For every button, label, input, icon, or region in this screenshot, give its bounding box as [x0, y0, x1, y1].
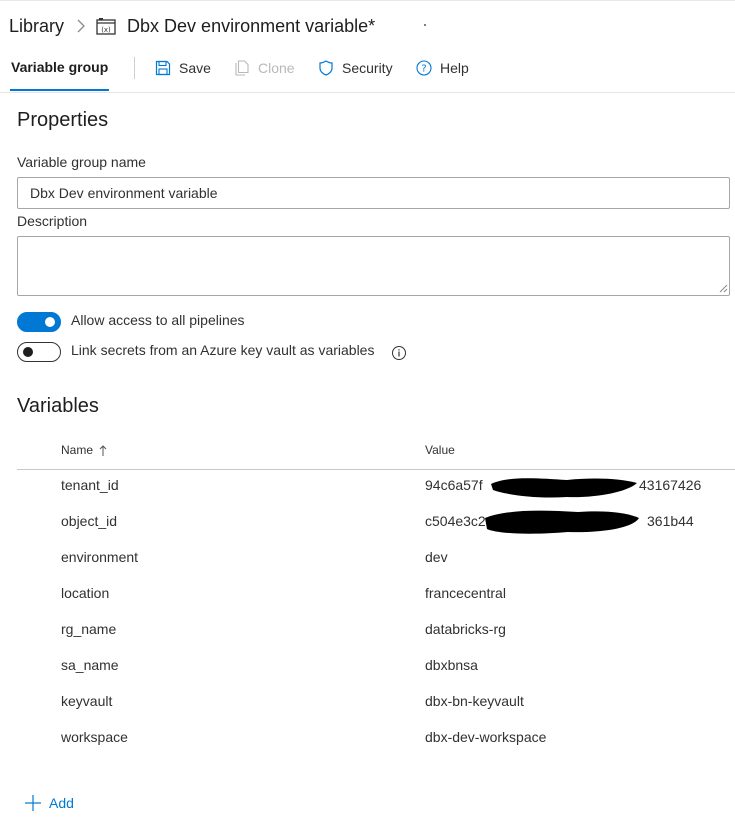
- properties-heading: Properties: [17, 109, 109, 131]
- stray-dot: [424, 24, 426, 26]
- table-row[interactable]: tenant_id 94c6a57f 43167426: [17, 468, 735, 504]
- variable-group-icon: (x): [96, 18, 116, 35]
- variable-value-suffix: 43167426: [639, 477, 702, 493]
- variable-name: location: [61, 585, 110, 601]
- variable-name: rg_name: [61, 621, 117, 637]
- breadcrumb-library-link[interactable]: Library: [9, 16, 64, 37]
- clone-icon: [235, 60, 249, 76]
- security-label: Security: [342, 60, 393, 76]
- security-button[interactable]: Security: [318, 58, 393, 78]
- variables-grid-header: Name Value: [17, 436, 735, 470]
- column-header-name[interactable]: Name: [61, 443, 107, 457]
- variable-group-name-label: Variable group name: [17, 154, 146, 170]
- toggle-knob: [23, 347, 33, 357]
- variable-value: dev: [425, 549, 448, 565]
- sort-ascending-icon: [99, 445, 107, 456]
- variable-value: dbx-dev-workspace: [425, 729, 547, 745]
- save-button[interactable]: Save: [155, 58, 211, 78]
- variable-name: keyvault: [61, 693, 113, 709]
- variable-group-name-input[interactable]: [17, 177, 730, 209]
- column-header-value-label: Value: [425, 443, 455, 457]
- variable-name: environment: [61, 549, 139, 565]
- table-row[interactable]: object_id c504e3c2 361b44: [17, 504, 735, 540]
- variables-heading: Variables: [17, 395, 99, 417]
- toggle-knob: [45, 317, 55, 327]
- toolbar-divider: [134, 57, 135, 79]
- help-label: Help: [440, 60, 469, 76]
- allow-access-toggle[interactable]: [17, 312, 61, 332]
- table-row[interactable]: sa_name dbxbnsa: [17, 648, 735, 684]
- info-icon[interactable]: [391, 345, 407, 361]
- help-icon: ?: [416, 60, 432, 76]
- svg-text:(x): (x): [101, 26, 111, 34]
- table-row[interactable]: environment dev: [17, 540, 735, 576]
- save-icon: [155, 60, 171, 76]
- add-variable-label: Add: [49, 795, 74, 811]
- clone-label: Clone: [258, 60, 295, 76]
- column-header-value[interactable]: Value: [425, 443, 455, 457]
- variable-value: francecentral: [425, 585, 506, 601]
- add-variable-button[interactable]: Add: [25, 795, 74, 811]
- variable-name: sa_name: [61, 657, 119, 673]
- table-row[interactable]: rg_name databricks-rg: [17, 612, 735, 648]
- page-title: Dbx Dev environment variable*: [127, 15, 376, 36]
- variable-value: 94c6a57f: [425, 477, 483, 493]
- allow-access-label: Allow access to all pipelines: [71, 312, 245, 328]
- plus-icon: [25, 795, 41, 811]
- redaction-scribble: [491, 478, 637, 498]
- save-label: Save: [179, 60, 211, 76]
- help-button[interactable]: ? Help: [416, 58, 469, 78]
- clone-button[interactable]: Clone: [234, 58, 295, 78]
- table-row[interactable]: workspace dbx-dev-workspace: [17, 720, 735, 756]
- redaction-scribble: [485, 510, 639, 534]
- breadcrumb: Library (x) Dbx Dev environment variable…: [9, 14, 375, 38]
- variable-value: dbx-bn-keyvault: [425, 693, 524, 709]
- tab-variable-group[interactable]: Variable group: [11, 59, 108, 75]
- top-border: [0, 0, 735, 3]
- table-row[interactable]: location francecentral: [17, 576, 735, 612]
- description-label: Description: [17, 213, 88, 229]
- column-header-name-label: Name: [61, 443, 94, 457]
- variable-value: databricks-rg: [425, 621, 506, 637]
- link-secrets-label: Link secrets from an Azure key vault as …: [71, 342, 375, 358]
- variable-name: workspace: [61, 729, 128, 745]
- shield-icon: [319, 60, 333, 76]
- variable-name: object_id: [61, 513, 118, 529]
- link-secrets-toggle[interactable]: [17, 342, 61, 362]
- variable-name: tenant_id: [61, 477, 119, 493]
- variable-value-suffix: 361b44: [647, 513, 694, 529]
- description-textarea[interactable]: [17, 236, 730, 296]
- variable-value: dbxbnsa: [425, 657, 478, 673]
- table-row[interactable]: keyvault dbx-bn-keyvault: [17, 684, 735, 720]
- resize-grip-icon[interactable]: [719, 284, 728, 293]
- active-tab-indicator: [10, 89, 109, 91]
- chevron-right-icon: [70, 15, 92, 37]
- svg-text:?: ?: [421, 64, 426, 75]
- variable-value: c504e3c2: [425, 513, 486, 529]
- toolbar: Variable group Save Clone Security ? Hel…: [0, 52, 735, 93]
